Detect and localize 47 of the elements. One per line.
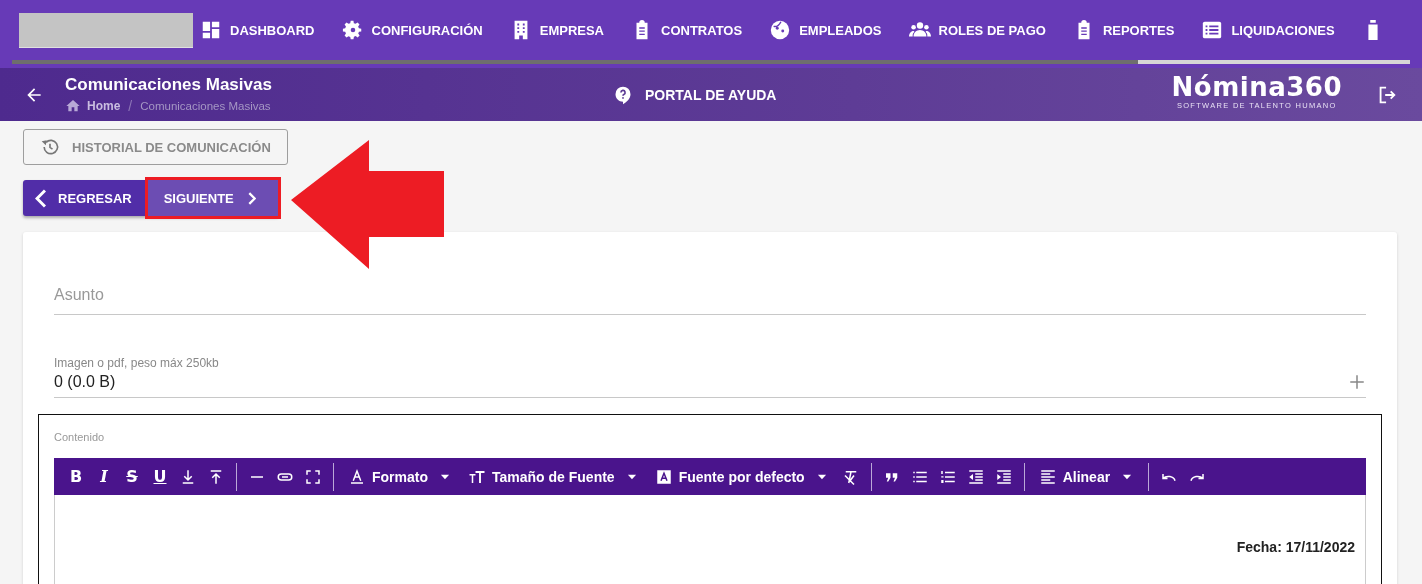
nav-item[interactable]: EMPLEADOS xyxy=(769,19,882,41)
chevron-icon xyxy=(35,188,46,208)
indent-icon[interactable] xyxy=(994,467,1013,486)
toolbar-dropdown[interactable]: Fuente por defecto xyxy=(646,467,837,486)
breadcrumb-separator: / xyxy=(128,98,133,114)
history-icon xyxy=(40,137,60,157)
editor-label: Contenido xyxy=(54,431,106,443)
nav-item[interactable]: LIQUIDACIONES xyxy=(1201,19,1335,41)
page-title: Comunicaciones Masivas xyxy=(65,75,273,95)
editor-content-area[interactable]: Fecha: 17/11/2022 xyxy=(54,495,1366,584)
breadcrumb-current: Comunicaciones Masivas xyxy=(140,100,271,112)
back-button[interactable]: REGRESAR xyxy=(23,180,148,216)
format-button[interactable]: B xyxy=(62,462,90,491)
align-left-icon xyxy=(1038,467,1057,486)
chevron-icon xyxy=(247,191,256,205)
horizontal-scrollbar[interactable] xyxy=(0,60,1422,68)
format-button[interactable]: I xyxy=(90,462,118,491)
field-value: 0 (0.0 B) xyxy=(54,373,116,391)
text-color-icon xyxy=(348,467,366,486)
scrollbar-thumb[interactable] xyxy=(12,60,1138,64)
toolbar-dropdown[interactable]: Tamaño de Fuente xyxy=(460,467,647,486)
toolbar-dropdown[interactable]: Formato xyxy=(340,467,460,486)
help-portal-link[interactable]: PORTAL DE AYUDA xyxy=(613,84,777,105)
next-button[interactable]: SIGUIENTE xyxy=(147,180,278,216)
format-button[interactable]: U xyxy=(146,462,174,491)
brand-logo: Nómina360 xyxy=(1171,73,1342,101)
dashboard-icon xyxy=(200,19,222,41)
file-field[interactable]: Imagen o pdf, peso máx 250kb 0 (0.0 B) xyxy=(54,356,1366,398)
nav-item[interactable]: EMPRESA xyxy=(509,19,604,41)
nav-item[interactable]: CONFIGURACIÓN xyxy=(341,19,483,41)
toolbar-dropdown[interactable]: Alinear xyxy=(1030,467,1143,486)
nav-item[interactable]: ROLES DE PAGO xyxy=(908,19,1046,41)
fullscreen-icon[interactable] xyxy=(304,467,322,486)
field-label: Imagen o pdf, peso máx 250kb xyxy=(54,356,220,370)
nav-item[interactable]: DASHBOARD xyxy=(200,19,315,41)
nav-item[interactable]: REPORTES xyxy=(1072,19,1175,41)
home-icon xyxy=(65,98,81,114)
font-box-icon xyxy=(654,467,673,486)
date-text: Fecha: 17/11/2022 xyxy=(1236,539,1355,555)
outdent-icon[interactable] xyxy=(966,467,985,486)
subject-field[interactable]: Asunto xyxy=(54,278,1366,315)
nav-item[interactable]: CONTRATOS xyxy=(631,19,743,41)
gear-icon xyxy=(341,19,364,41)
breadcrumb-link[interactable]: Home xyxy=(87,99,121,113)
format-button[interactable]: S xyxy=(118,462,146,491)
help-icon xyxy=(613,84,633,105)
list-icon xyxy=(1201,19,1224,41)
